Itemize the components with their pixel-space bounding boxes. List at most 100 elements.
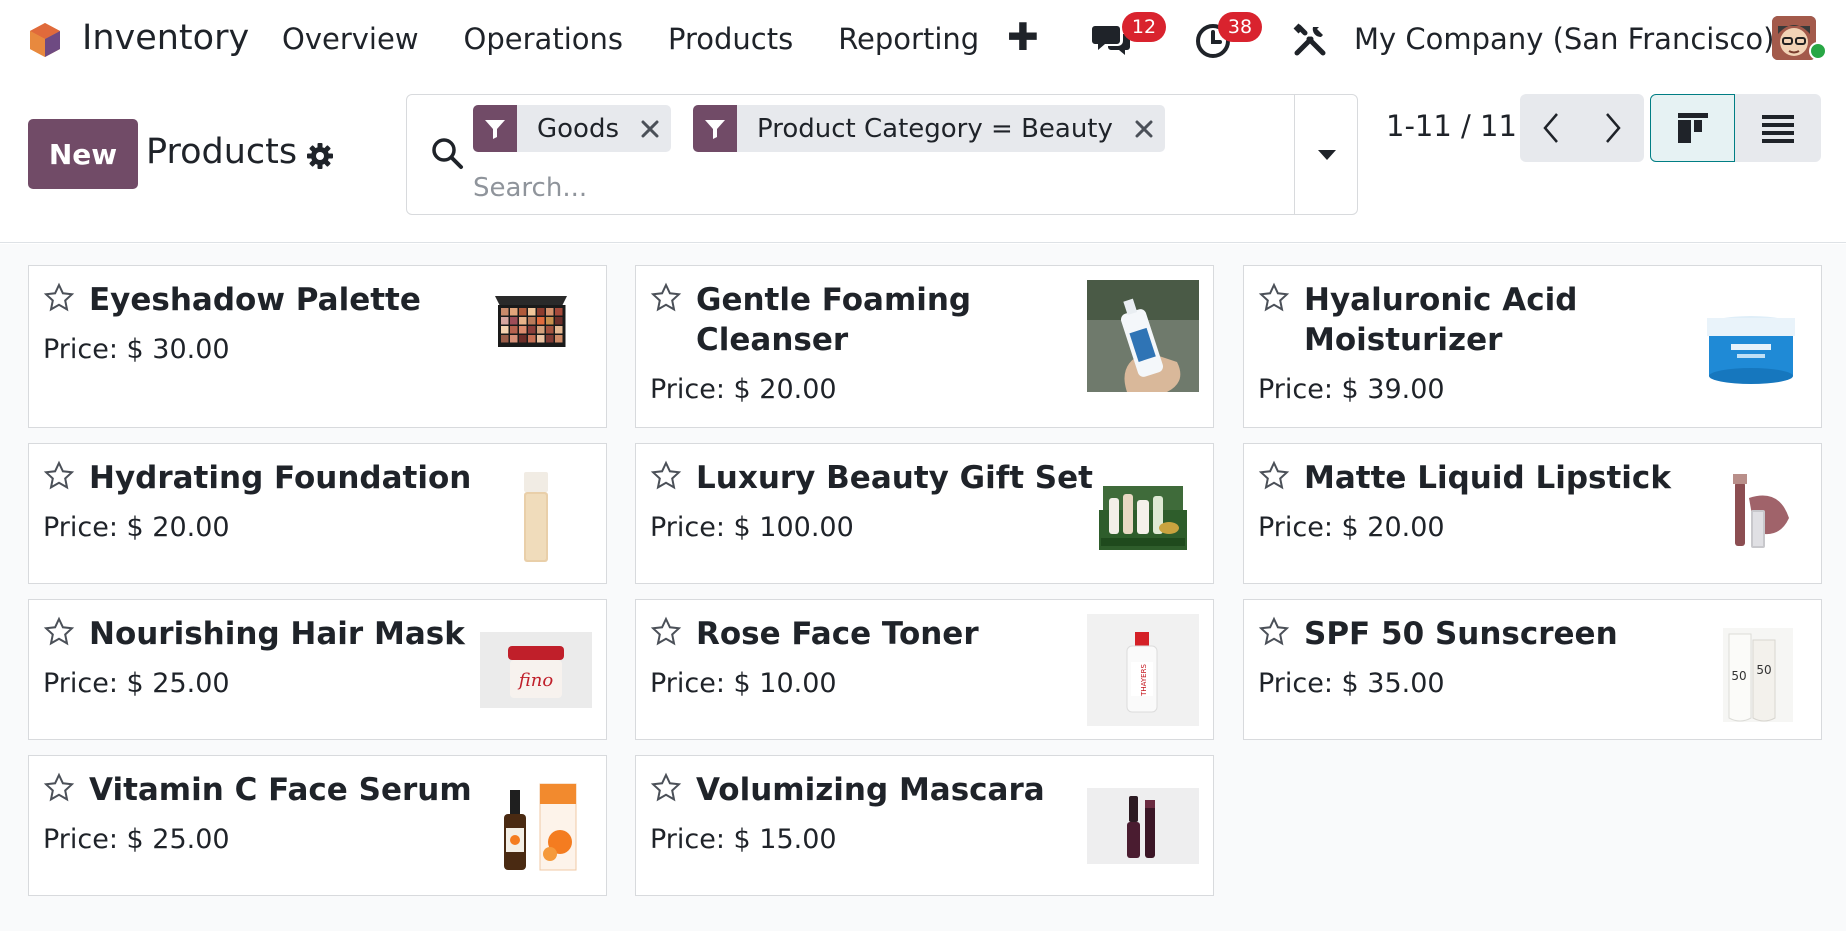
product-price: Price: $ 15.00 (650, 824, 837, 855)
gear-icon[interactable] (306, 142, 334, 170)
svg-text:50: 50 (1756, 663, 1771, 677)
toner-bottle-image: THAYERS (1087, 614, 1199, 726)
product-card[interactable]: Matte Liquid Lipstick Price: $ 20.00 (1243, 443, 1822, 584)
star-icon[interactable] (1258, 282, 1290, 314)
moisturizer-jar-image (1707, 316, 1795, 384)
pager-previous-button[interactable] (1520, 94, 1582, 162)
star-icon[interactable] (650, 616, 682, 648)
eyeshadow-palette-image (495, 296, 567, 347)
kanban-view-button[interactable] (1650, 94, 1735, 162)
list-view-button[interactable] (1735, 94, 1821, 162)
star-icon[interactable] (1258, 460, 1290, 492)
facet-product-category: Product Category = Beauty (693, 105, 1165, 152)
product-card[interactable]: Hydrating Foundation Price: $ 20.00 (28, 443, 607, 584)
pager-next-button[interactable] (1582, 94, 1644, 162)
star-icon[interactable] (650, 282, 682, 314)
inventory-app-icon[interactable] (28, 22, 62, 58)
pager-buttons (1520, 94, 1644, 162)
product-card[interactable]: Rose Face Toner Price: $ 10.00 THAYERS (635, 599, 1214, 740)
svg-text:50: 50 (1731, 669, 1746, 683)
filter-icon (473, 105, 517, 152)
star-icon[interactable] (43, 282, 75, 314)
online-status-dot (1809, 42, 1827, 60)
product-name: Gentle Foaming Cleanser (696, 282, 972, 358)
menu-overview[interactable]: Overview (282, 22, 419, 56)
kanban-view: Eyeshadow Palette Price: $ 30.00 Gentle … (0, 244, 1846, 931)
product-price: Price: $ 100.00 (650, 512, 854, 543)
star-icon[interactable] (1258, 616, 1290, 648)
tools-icon (1293, 23, 1326, 56)
product-card[interactable]: SPF 50 Sunscreen Price: $ 35.00 50 50 (1243, 599, 1822, 740)
product-price: Price: $ 20.00 (650, 374, 837, 405)
product-price: Price: $ 10.00 (650, 668, 837, 699)
product-name: SPF 50 Sunscreen (1304, 616, 1618, 652)
remove-facet-close-icon[interactable] (1131, 105, 1165, 152)
product-card[interactable]: Luxury Beauty Gift Set Price: $ 100.00 (635, 443, 1214, 584)
page-title: Products (146, 132, 298, 172)
product-price: Price: $ 35.00 (1258, 668, 1445, 699)
serum-bottle-image (504, 783, 577, 871)
product-card[interactable]: Hyaluronic Acid Moisturizer Price: $ 39.… (1243, 265, 1822, 428)
star-icon[interactable] (43, 460, 75, 492)
search-input[interactable] (473, 169, 1173, 207)
chevron-right-icon (1606, 113, 1621, 143)
star-icon[interactable] (43, 616, 75, 648)
mascara-image (1087, 788, 1199, 864)
main-menu: Overview Operations Products Reporting (282, 22, 1024, 56)
product-name: Eyeshadow Palette (89, 282, 421, 318)
menu-products[interactable]: Products (668, 22, 793, 56)
search-options-toggle[interactable] (1294, 95, 1358, 214)
product-price: Price: $ 25.00 (43, 824, 230, 855)
menu-reporting[interactable]: Reporting (838, 22, 979, 56)
facet-label: Goods (537, 113, 620, 144)
product-name: Vitamin C Face Serum (89, 772, 472, 808)
sunscreen-tubes-image: 50 50 (1723, 628, 1793, 722)
product-name: Matte Liquid Lipstick (1304, 460, 1671, 496)
product-card[interactable]: Gentle Foaming Cleanser Price: $ 20.00 (635, 265, 1214, 428)
svg-text:fino: fino (517, 670, 554, 691)
list-icon (1762, 115, 1794, 143)
star-icon[interactable] (650, 460, 682, 492)
filter-icon (693, 105, 737, 152)
product-card[interactable]: Nourishing Hair Mask Price: $ 25.00 fino (28, 599, 607, 740)
messages-count-badge: 12 (1122, 12, 1166, 42)
gift-set-image (1099, 486, 1187, 550)
product-card[interactable]: Eyeshadow Palette Price: $ 30.00 (28, 265, 607, 428)
product-card[interactable]: Vitamin C Face Serum Price: $ 25.00 (28, 755, 607, 896)
product-price: Price: $ 20.00 (1258, 512, 1445, 543)
hair-mask-image: fino (480, 632, 592, 708)
new-button[interactable]: New (28, 119, 138, 189)
search-bar: Goods Product Category = Beauty (406, 94, 1358, 215)
foundation-bottle-image (524, 472, 548, 562)
control-panel: New Products Goods Product Category = Be… (0, 80, 1846, 243)
caret-down-icon (1317, 149, 1336, 160)
menu-operations[interactable]: Operations (464, 22, 623, 56)
product-name: Hydrating Foundation (89, 460, 472, 496)
chevron-left-icon (1543, 113, 1558, 143)
product-card[interactable]: Volumizing Mascara Price: $ 15.00 (635, 755, 1214, 896)
star-icon[interactable] (650, 772, 682, 804)
product-price: Price: $ 30.00 (43, 334, 230, 365)
pager-value[interactable]: 1-11 / 11 (1386, 109, 1517, 143)
product-price: Price: $ 39.00 (1258, 374, 1445, 405)
remove-facet-close-icon[interactable] (637, 105, 671, 152)
star-icon[interactable] (43, 772, 75, 804)
product-price: Price: $ 20.00 (43, 512, 230, 543)
product-name: Hyaluronic Acid Moisturizer (1304, 282, 1578, 358)
lipstick-image (1733, 474, 1789, 548)
facet-goods: Goods (473, 105, 672, 152)
app-title[interactable]: Inventory (82, 18, 249, 58)
product-price: Price: $ 25.00 (43, 668, 230, 699)
product-name: Nourishing Hair Mask (89, 616, 465, 652)
product-name: Volumizing Mascara (696, 772, 1045, 808)
activities-count-badge: 38 (1218, 12, 1262, 42)
kanban-icon (1677, 113, 1708, 143)
company-switcher[interactable]: My Company (San Francisco) (1354, 22, 1774, 56)
quick-create-plus-icon[interactable]: ✚ (1007, 18, 1039, 56)
debug-tools-button[interactable] (1292, 22, 1328, 58)
search-icon[interactable] (429, 135, 465, 171)
top-navbar: Inventory Overview Operations Products R… (0, 0, 1846, 80)
product-name: Rose Face Toner (696, 616, 979, 652)
cleanser-bottle-image (1087, 280, 1199, 392)
product-name: Luxury Beauty Gift Set (696, 460, 1093, 496)
